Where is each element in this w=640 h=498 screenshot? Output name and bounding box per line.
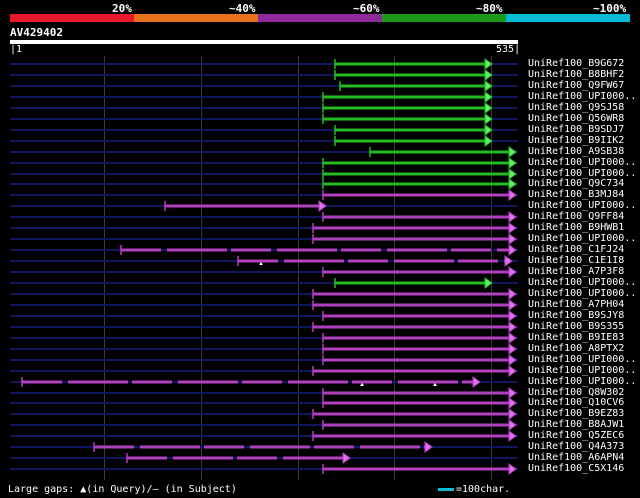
hit-label[interactable]: UniRef100_Q9FF84 [528,211,624,222]
hit-arrow-icon [342,452,351,464]
hit-label[interactable]: UniRef100_B9SJY8 [528,310,624,321]
hit-arrow-icon [508,233,517,245]
hit-label[interactable]: UniRef100_B9IIK2 [528,135,624,146]
hit-label[interactable]: UniRef100_A7P3F8 [528,266,624,277]
footer-large-gaps: Large gaps: [8,484,75,495]
hit-arrow-icon [484,69,493,81]
hit-label[interactable]: UniRef100_C5X146 [528,463,624,474]
hit-label[interactable]: UniRef100_Q9SJ58 [528,102,624,113]
hit-arrow-icon [318,200,327,212]
hit-label[interactable]: UniRef100_B9G672 [528,58,624,69]
hit-label[interactable]: UniRef100_UPI000.. [528,354,636,365]
hit-label[interactable]: UniRef100_Q10CV6 [528,397,624,408]
hit-arrow-icon [484,102,493,114]
hit-label[interactable]: UniRef100_UPI000.. [528,91,636,102]
hit-arrow-icon [484,58,493,70]
hit-arrow-icon [508,146,517,158]
hit-arrow-icon [484,80,493,92]
footer-scale: =100char. [438,484,510,495]
hit-arrow-icon [508,343,517,355]
hit-label[interactable]: UniRef100_A8PTX2 [528,343,624,354]
hit-arrow-icon [508,397,517,409]
hit-arrow-icon [508,266,517,278]
hit-arrow-icon [508,299,517,311]
hit-label[interactable]: UniRef100_B9EZ83 [528,408,624,419]
hit-label[interactable]: UniRef100_B9HWB1 [528,222,624,233]
hit-arrow-icon [508,178,517,190]
hit-arrow-icon [508,310,517,322]
hit-label[interactable]: UniRef100_UPI000.. [528,233,636,244]
hit-label[interactable]: UniRef100_UPI000.. [528,277,636,288]
hit-label[interactable]: UniRef100_UPI000.. [528,288,636,299]
hit-label[interactable]: UniRef100_Q9FW67 [528,80,624,91]
footer-gap-legend: Large gaps: ▲(in Query)/— (in Subject) [8,484,237,495]
hit-arrow-icon [508,222,517,234]
subject-gap-icon: — [152,484,159,495]
hit-arrow-icon [484,277,493,289]
hit-label[interactable]: UniRef100_B8AJW1 [528,419,624,430]
hit-label[interactable]: UniRef100_UPI000.. [528,365,636,376]
hit-arrow-icon [508,408,517,420]
hit-arrow-icon [472,376,481,388]
hit-arrow-icon [484,113,493,125]
hit-arrow-icon [508,244,517,256]
hit-label[interactable]: UniRef100_B9IE83 [528,332,624,343]
hit-arrow-icon [424,441,433,453]
hit-arrow-icon [508,189,517,201]
footer-scale-label: =100char. [456,484,511,495]
hit-arrow-icon [508,288,517,300]
hit-arrow-icon [508,365,517,377]
hit-arrow-icon [508,463,517,475]
hit-arrow-icon [508,354,517,366]
hit-label[interactable]: UniRef100_C1E1I8 [528,255,624,266]
hit-arrow-icon [508,332,517,344]
hit-label[interactable]: UniRef100_Q56WR8 [528,113,624,124]
hit-arrow-icon [508,387,517,399]
hit-label[interactable]: UniRef100_Q4A373 [528,441,624,452]
hit-arrow-icon [504,255,513,267]
hit-label[interactable]: UniRef100_UPI000.. [528,157,636,168]
hit-label[interactable]: UniRef100_UPI000.. [528,200,636,211]
hit-arrow-icon [484,124,493,136]
footer-in-query: (in Query)/ [86,484,153,495]
hit-arrow-icon [508,430,517,442]
hit-label[interactable]: UniRef100_B8BHF2 [528,69,624,80]
hit-label[interactable]: UniRef100_A9SB38 [528,146,624,157]
hit-label[interactable]: UniRef100_A7PH04 [528,299,624,310]
hit-arrow-icon [484,135,493,147]
hit-arrow-icon [508,157,517,169]
hit-arrow-icon [508,419,517,431]
footer-in-subject: (in Subject) [164,484,237,495]
hit-label[interactable]: UniRef100_A6APN4 [528,452,624,463]
hit-label[interactable]: UniRef100_Q5ZEC6 [528,430,624,441]
scale-swatch [438,487,454,491]
hit-label[interactable]: UniRef100_B9S355 [528,321,624,332]
hit-label[interactable]: UniRef100_Q9C734 [528,178,624,189]
hit-arrow-icon [484,91,493,103]
hit-arrow-icon [508,211,517,223]
hit-arrow-icon [508,321,517,333]
hit-arrow-icon [508,168,517,180]
hit-label[interactable]: UniRef100_B3MJ84 [528,189,624,200]
hit-label[interactable]: UniRef100_C1FJ24 [528,244,624,255]
hit-label[interactable]: UniRef100_UPI000.. [528,376,636,387]
hit-label[interactable]: UniRef100_B9SDJ7 [528,124,624,135]
